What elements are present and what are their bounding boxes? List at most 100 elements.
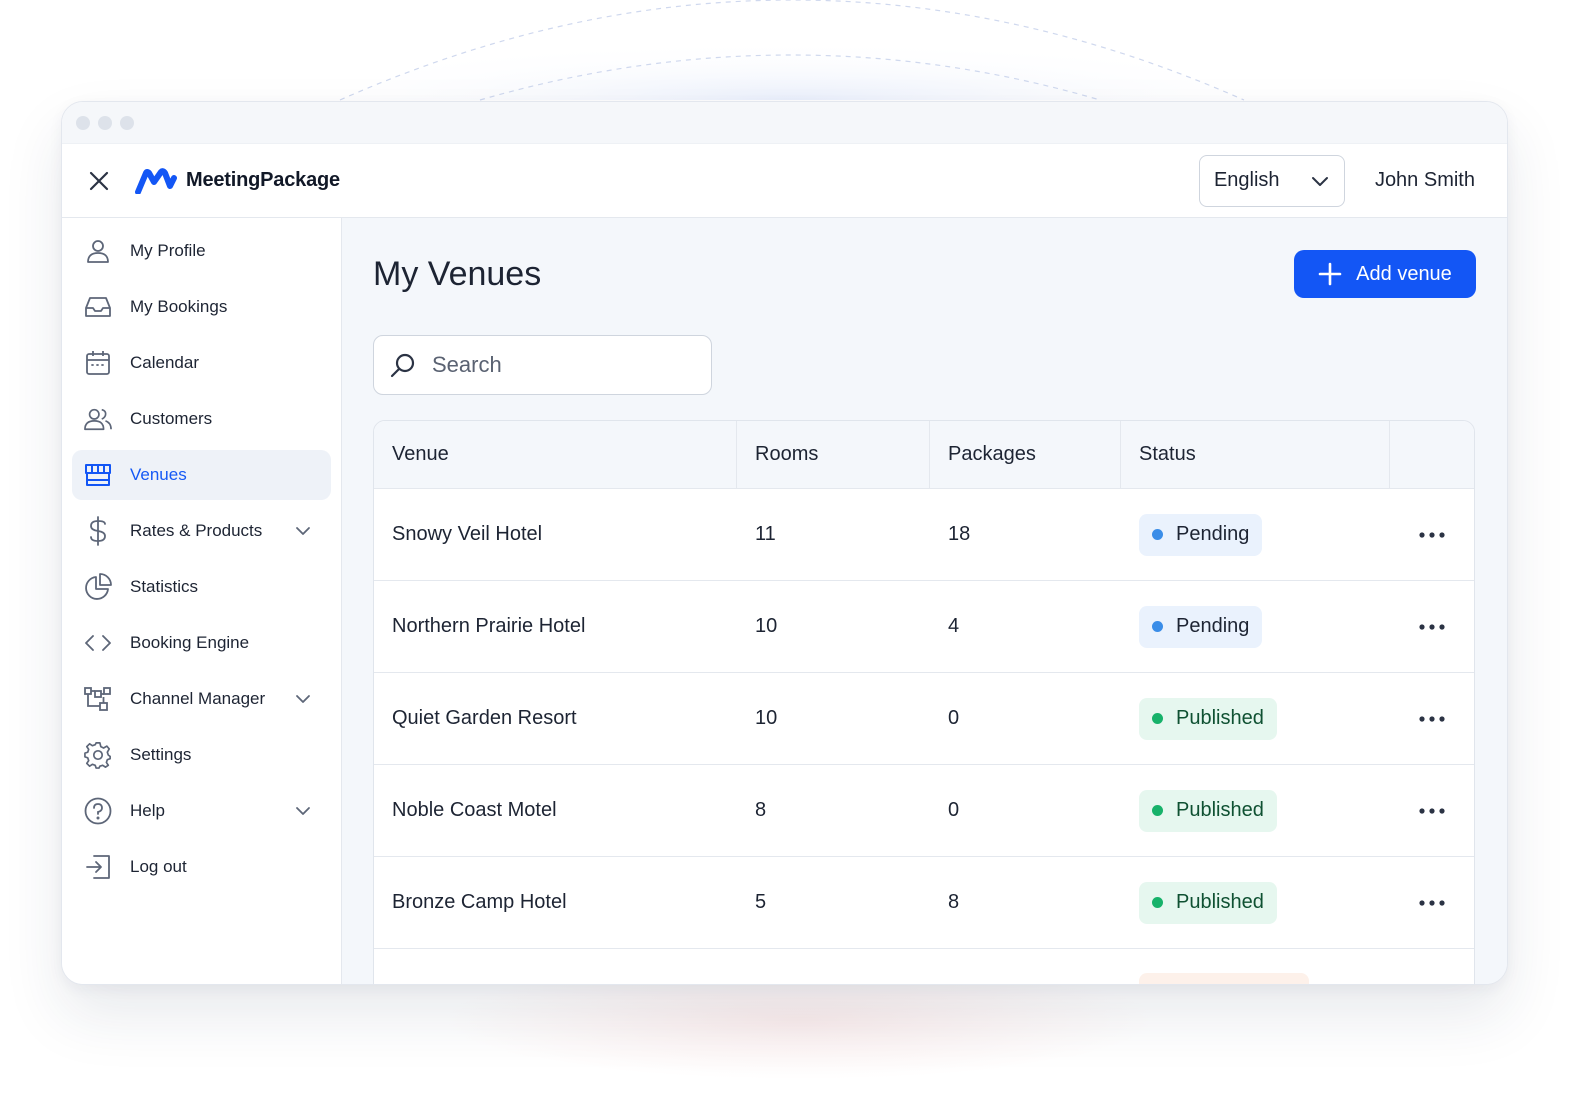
search-input[interactable] — [432, 352, 692, 378]
packages-count: 18 — [948, 523, 971, 545]
sidebar-item-rates-products[interactable]: Rates & Products — [72, 506, 331, 556]
sidebar-item-my-profile[interactable]: My Profile — [72, 226, 331, 276]
table-header-row: Venue Rooms Packages Status — [374, 421, 1474, 489]
sidebar-item-label: My Profile — [130, 241, 206, 260]
venue-name[interactable]: Bronze Camp Hotel — [374, 891, 737, 914]
chevron-down-icon[interactable] — [293, 689, 313, 709]
actions-cell — [1390, 799, 1474, 823]
sidebar-item-label: Settings — [130, 745, 192, 764]
table-row[interactable]: Noble Coast Motel 8 0 Published — [374, 765, 1474, 857]
page-title: My Venues — [373, 254, 542, 293]
sidebar-item-label: Help — [130, 801, 165, 820]
body-area: My Profile My Bookings Calendar Customer… — [62, 218, 1507, 984]
more-options-icon[interactable] — [1412, 707, 1452, 731]
status-label: Published — [1176, 799, 1264, 821]
actions-cell — [1390, 523, 1474, 547]
add-venue-button[interactable]: Add venue — [1294, 250, 1476, 298]
status-badge: Pending — [1139, 605, 1263, 648]
window-titlebar — [62, 102, 1507, 144]
language-selected: English — [1213, 169, 1280, 191]
sidebar-item-label: Venues — [130, 465, 187, 484]
sidebar-item-customers[interactable]: Customers — [72, 394, 331, 444]
main-content: My Venues Add venue Venue Rooms Packages… — [342, 218, 1507, 984]
more-options-icon[interactable] — [1412, 523, 1452, 547]
status-dot — [1152, 621, 1163, 632]
venue-name[interactable]: Noble Coast Motel — [374, 799, 737, 822]
brand-logo-icon — [135, 167, 177, 194]
status-label: Pending — [1176, 615, 1250, 637]
status-badge: Published — [1139, 881, 1277, 924]
window-dot-minimize[interactable] — [98, 115, 112, 130]
more-options-icon[interactable] — [1412, 615, 1452, 639]
status-dot — [1152, 805, 1163, 816]
chevron-down-icon — [1311, 176, 1328, 186]
chevron-down-icon[interactable] — [293, 521, 313, 541]
main-header: My Venues Add venue — [373, 250, 1476, 298]
packages-count: 0 — [948, 799, 960, 821]
search-icon — [390, 353, 415, 378]
sidebar-item-channel-manager[interactable]: Channel Manager — [72, 674, 331, 724]
column-header-packages[interactable]: Packages — [930, 421, 1121, 488]
table-row[interactable]: Snowy Veil Hotel 11 18 Pending — [374, 489, 1474, 581]
rooms-count: 11 — [755, 523, 776, 545]
users-icon — [84, 405, 112, 433]
calendar-icon — [84, 349, 112, 377]
sidebar-item-log-out[interactable]: Log out — [72, 842, 331, 892]
sidebar-item-calendar[interactable]: Calendar — [72, 338, 331, 388]
rooms-count: 10 — [755, 707, 778, 729]
venue-name[interactable]: Quiet Garden Resort — [374, 707, 737, 730]
rooms-count: 8 — [755, 799, 767, 821]
table-row[interactable]: Bronze Camp Hotel 5 8 Published — [374, 857, 1474, 949]
sidebar-item-label: Calendar — [130, 353, 199, 372]
sidebar-item-my-bookings[interactable]: My Bookings — [72, 282, 331, 332]
status-dot — [1152, 713, 1163, 724]
more-options-icon[interactable] — [1412, 799, 1452, 823]
actions-cell — [1390, 891, 1474, 915]
sidebar-item-label: Log out — [130, 857, 187, 876]
app-window: MeetingPackage English John Smith My Pro… — [61, 101, 1508, 985]
sidebar-item-label: Rates & Products — [130, 521, 263, 540]
column-header-rooms[interactable]: Rooms — [737, 421, 930, 488]
status-cell: Pending — [1121, 605, 1390, 648]
sidebar-item-venues[interactable]: Venues — [72, 450, 331, 500]
status-label: Published — [1176, 891, 1264, 913]
table-row[interactable]: Quiet Garden Resort 10 0 Published — [374, 673, 1474, 765]
sidebar-item-statistics[interactable]: Statistics — [72, 562, 331, 612]
close-icon[interactable] — [86, 168, 112, 194]
top-bar: MeetingPackage English John Smith — [62, 144, 1507, 218]
column-header-status[interactable]: Status — [1121, 421, 1390, 488]
dollar-icon — [84, 516, 112, 546]
status-badge: Published — [1139, 697, 1277, 740]
rooms-count: 5 — [755, 891, 767, 913]
search-field[interactable] — [373, 335, 712, 395]
sidebar-item-booking-engine[interactable]: Booking Engine — [72, 618, 331, 668]
logout-icon — [84, 853, 112, 881]
sidebar-item-help[interactable]: Help — [72, 786, 331, 836]
table-row[interactable]: Northern Prairie Hotel 10 4 Pending — [374, 581, 1474, 673]
gear-icon — [84, 741, 112, 769]
user-menu[interactable]: John Smith — [1375, 169, 1475, 192]
status-cell: Published — [1121, 697, 1390, 740]
venue-name[interactable]: Snowy Veil Hotel — [374, 523, 737, 546]
sidebar-item-label: Statistics — [130, 577, 199, 596]
more-options-icon[interactable] — [1412, 891, 1452, 915]
rooms-count: 10 — [755, 615, 778, 637]
status-label: Published — [1176, 707, 1264, 729]
actions-cell — [1390, 615, 1474, 639]
brand-name: MeetingPackage — [186, 169, 340, 191]
window-dot-close[interactable] — [76, 115, 90, 130]
pie-chart-icon — [84, 573, 112, 601]
status-cell: Published — [1121, 789, 1390, 832]
status-badge: Pending — [1139, 513, 1263, 556]
column-header-actions — [1390, 421, 1474, 488]
sidebar-item-label: Booking Engine — [130, 633, 250, 652]
window-dot-maximize[interactable] — [120, 115, 134, 130]
brand[interactable]: MeetingPackage — [134, 167, 340, 194]
venue-name[interactable]: Northern Prairie Hotel — [374, 615, 737, 638]
chevron-down-icon[interactable] — [293, 801, 313, 821]
sidebar-item-settings[interactable]: Settings — [72, 730, 331, 780]
language-select[interactable]: English — [1198, 154, 1345, 207]
inbox-icon — [84, 293, 112, 321]
column-header-venue[interactable]: Venue — [374, 421, 737, 488]
status-badge-partial — [1139, 973, 1309, 984]
